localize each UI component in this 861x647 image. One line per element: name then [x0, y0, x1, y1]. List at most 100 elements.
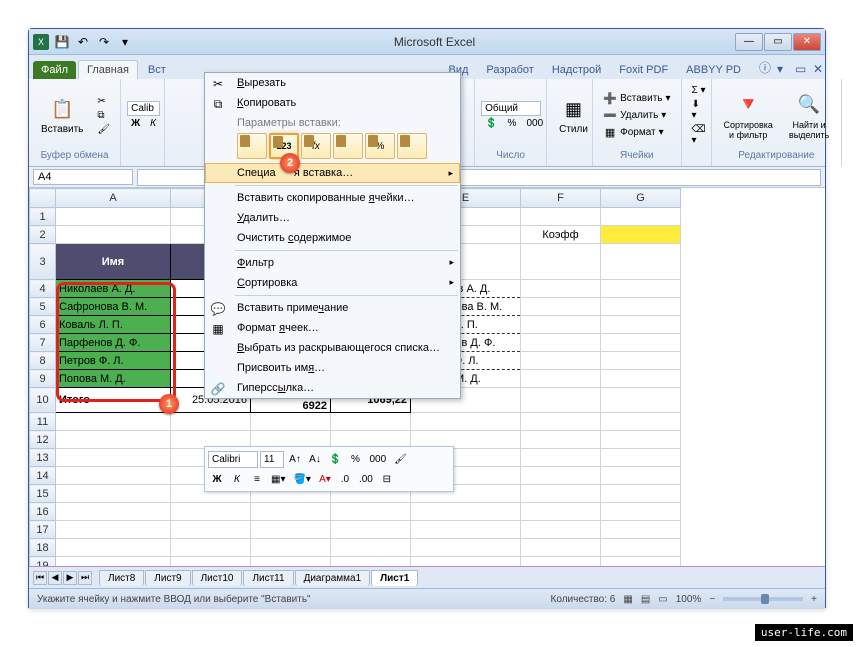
undo-icon[interactable]: ↶	[74, 33, 92, 51]
cell[interactable]	[331, 557, 411, 567]
cm-copy[interactable]: ⧉Копировать	[205, 93, 460, 113]
cell[interactable]	[601, 388, 681, 413]
cell[interactable]	[601, 316, 681, 334]
save-icon[interactable]: 💾	[53, 33, 71, 51]
row-header-5[interactable]: 5	[30, 298, 56, 316]
cell[interactable]	[601, 503, 681, 521]
mini-font-combo[interactable]: Calibri	[208, 451, 258, 468]
currency-mini-icon[interactable]: 💲	[326, 450, 344, 468]
row-header-7[interactable]: 7	[30, 334, 56, 352]
cell[interactable]	[56, 208, 171, 226]
cm-format-cells[interactable]: ▦Формат ячеек…	[205, 318, 460, 338]
format-painter-icon[interactable]: 🖌	[93, 123, 114, 136]
row-header-19[interactable]: 19	[30, 557, 56, 567]
bold-mini-button[interactable]: Ж	[208, 470, 226, 488]
row-header-12[interactable]: 12	[30, 431, 56, 449]
cell[interactable]	[521, 280, 601, 298]
cell[interactable]	[521, 431, 601, 449]
cell[interactable]	[411, 521, 521, 539]
cell[interactable]: Итого	[56, 388, 171, 413]
cell[interactable]	[331, 521, 411, 539]
shrink-font-icon[interactable]: A↓	[306, 450, 324, 468]
cm-filter[interactable]: Фильтр▸	[205, 253, 460, 273]
row-header-13[interactable]: 13	[30, 449, 56, 467]
cell[interactable]: Имя	[56, 244, 171, 280]
view-normal-icon[interactable]: ▦	[623, 594, 632, 605]
align-center-icon[interactable]: ≡	[248, 470, 266, 488]
paste-opt-percent[interactable]: %	[365, 133, 395, 159]
cell[interactable]	[601, 467, 681, 485]
format-painter-mini-icon[interactable]: 🖌	[391, 450, 410, 468]
row-header-15[interactable]: 15	[30, 485, 56, 503]
cell[interactable]: Парфенов Д. Ф.	[56, 334, 171, 352]
row-header-16[interactable]: 16	[30, 503, 56, 521]
cm-paste-special[interactable]: Специа я вставка…▸	[205, 163, 460, 183]
cell[interactable]	[331, 413, 411, 431]
cm-sort[interactable]: Сортировка▸	[205, 273, 460, 293]
cell[interactable]	[601, 244, 681, 280]
paste-opt-all[interactable]	[237, 133, 267, 159]
cell[interactable]	[56, 485, 171, 503]
increase-decimal-icon[interactable]: .00	[356, 470, 376, 488]
tab-addins[interactable]: Надстрой	[544, 61, 609, 79]
cell[interactable]	[56, 413, 171, 431]
grow-font-icon[interactable]: A↑	[286, 450, 304, 468]
minimize-ribbon-icon[interactable]: ▾	[769, 59, 785, 79]
copy-icon[interactable]: ⧉	[93, 109, 114, 122]
insert-cells-button[interactable]: ➕Вставить ▾	[599, 91, 674, 107]
cm-delete[interactable]: Удалить…	[205, 208, 460, 228]
row-header-18[interactable]: 18	[30, 539, 56, 557]
cell[interactable]	[521, 539, 601, 557]
cell[interactable]	[521, 449, 601, 467]
cell[interactable]	[601, 334, 681, 352]
cell[interactable]	[521, 413, 601, 431]
tab-nav-next-icon[interactable]: ▶	[63, 571, 77, 585]
cell[interactable]	[601, 280, 681, 298]
cell[interactable]	[56, 431, 171, 449]
sheet-tab[interactable]: Лист11	[243, 570, 293, 586]
sheet-tab[interactable]: Лист10	[192, 570, 243, 586]
delete-cells-button[interactable]: ➖Удалить ▾	[599, 108, 674, 124]
redo-icon[interactable]: ↷	[95, 33, 113, 51]
cell[interactable]	[601, 557, 681, 567]
fill-color-mini-icon[interactable]: 🪣▾	[290, 470, 313, 488]
italic-button[interactable]: К	[146, 117, 160, 130]
cell[interactable]	[331, 503, 411, 521]
percent-mini-icon[interactable]: %	[346, 450, 364, 468]
cm-cut[interactable]: ✂Вырезать	[205, 73, 460, 93]
row-header-8[interactable]: 8	[30, 352, 56, 370]
autosum-icon[interactable]: Σ ▾	[688, 84, 710, 97]
cell[interactable]	[521, 316, 601, 334]
fill-icon[interactable]: ⬇ ▾	[688, 98, 710, 122]
row-header-10[interactable]: 10	[30, 388, 56, 413]
sheet-tab[interactable]: Диаграмма1	[295, 570, 371, 586]
view-layout-icon[interactable]: ▤	[641, 594, 650, 605]
cell[interactable]	[411, 557, 521, 567]
zoom-in-icon[interactable]: +	[811, 594, 817, 605]
cell[interactable]	[521, 557, 601, 567]
cell[interactable]	[251, 413, 331, 431]
paste-opt-formulas[interactable]: fx	[301, 133, 331, 159]
cell[interactable]	[521, 521, 601, 539]
help-icon[interactable]: ⓘ	[751, 56, 767, 79]
cm-insert-copied[interactable]: Вставить скопированные ячейки…	[205, 188, 460, 208]
cell[interactable]	[601, 208, 681, 226]
clear-icon[interactable]: ⌫ ▾	[688, 123, 710, 147]
italic-mini-button[interactable]: К	[228, 470, 246, 488]
cell[interactable]	[521, 352, 601, 370]
cell[interactable]	[601, 298, 681, 316]
zoom-level[interactable]: 100%	[676, 594, 702, 605]
tab-insert[interactable]: Вст	[140, 61, 174, 79]
sheet-tab[interactable]: Лист9	[145, 570, 190, 586]
cm-hyperlink[interactable]: 🔗Гиперссылка…	[205, 378, 460, 398]
borders-mini-icon[interactable]: ▦▾	[268, 470, 288, 488]
cm-define-name[interactable]: Присвоить имя…	[205, 358, 460, 378]
row-header-1[interactable]: 1	[30, 208, 56, 226]
cell[interactable]	[521, 244, 601, 280]
cell[interactable]	[251, 557, 331, 567]
cell[interactable]: Коэфф	[521, 226, 601, 244]
mini-size-combo[interactable]: 11	[260, 451, 284, 468]
cell[interactable]	[521, 467, 601, 485]
row-header-2[interactable]: 2	[30, 226, 56, 244]
number-format-combo[interactable]: Общий	[481, 101, 541, 116]
